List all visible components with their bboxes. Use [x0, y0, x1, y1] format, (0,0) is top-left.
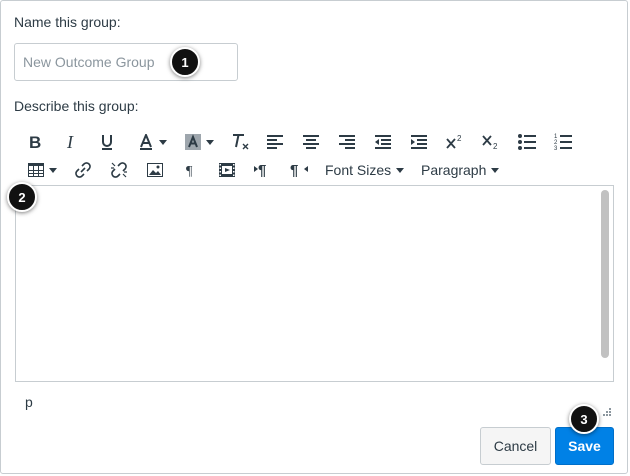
italic-button[interactable]: I [62, 130, 80, 154]
image-icon [147, 163, 163, 177]
background-color-button[interactable] [181, 130, 217, 154]
unlink-icon [110, 161, 128, 179]
description-editor[interactable] [15, 185, 614, 382]
outdent-icon [375, 134, 391, 150]
bullet-list-button[interactable] [517, 130, 537, 154]
paragraph-label: Paragraph [421, 162, 487, 178]
underline-button[interactable] [98, 130, 116, 154]
bold-icon: B [28, 134, 42, 150]
subscript-button[interactable]: 2 [481, 130, 501, 154]
underline-icon [100, 134, 114, 150]
table-button[interactable] [26, 158, 58, 182]
subscript-icon: 2 [482, 134, 500, 150]
chevron-down-icon [48, 167, 57, 173]
unlink-button[interactable] [109, 158, 129, 182]
align-left-button[interactable] [265, 130, 285, 154]
svg-text:2: 2 [457, 134, 462, 143]
editor-scrollbar[interactable] [601, 190, 609, 358]
svg-text:¶: ¶ [290, 162, 298, 178]
link-icon [74, 161, 92, 179]
show-blocks-button[interactable]: ¶ [181, 158, 201, 182]
callout-2: 2 [7, 182, 37, 212]
font-sizes-dropdown[interactable]: Font Sizes [325, 158, 407, 182]
media-button[interactable] [217, 158, 237, 182]
align-right-button[interactable] [337, 130, 357, 154]
left-to-right-button[interactable]: ¶ [253, 158, 273, 182]
editor-path: p [25, 394, 33, 410]
indent-icon [411, 134, 427, 150]
indent-button[interactable] [409, 130, 429, 154]
align-left-icon [267, 134, 283, 150]
table-icon [27, 163, 44, 177]
numbered-list-button[interactable]: 123 [553, 130, 573, 154]
outdent-button[interactable] [373, 130, 393, 154]
right-to-left-button[interactable]: ¶ [289, 158, 309, 182]
svg-text:I: I [66, 134, 74, 150]
chevron-down-icon [158, 139, 167, 145]
clear-formatting-button[interactable] [231, 130, 251, 154]
svg-text:3: 3 [554, 146, 558, 151]
resize-handle-icon[interactable] [601, 405, 611, 416]
text-color-icon [138, 134, 154, 150]
paragraph-mark-icon: ¶ [185, 163, 197, 177]
numbered-list-icon: 123 [554, 133, 572, 151]
ltr-icon: ¶ [254, 162, 272, 178]
superscript-icon: 2 [446, 134, 464, 150]
superscript-button[interactable]: 2 [445, 130, 465, 154]
paragraph-dropdown[interactable]: Paragraph [421, 158, 501, 182]
clear-formatting-icon [232, 133, 250, 151]
callout-1: 1 [170, 47, 200, 77]
media-icon [219, 163, 235, 177]
align-right-icon [339, 134, 355, 150]
bold-button[interactable]: B [26, 130, 44, 154]
chevron-down-icon [205, 139, 214, 145]
svg-text:¶: ¶ [186, 164, 193, 177]
name-group-label: Name this group: [14, 14, 121, 30]
text-color-button[interactable] [134, 130, 170, 154]
bullet-list-icon [518, 134, 536, 150]
align-center-button[interactable] [301, 130, 321, 154]
callout-3: 3 [569, 404, 599, 434]
font-sizes-label: Font Sizes [325, 162, 392, 178]
italic-icon: I [64, 134, 78, 150]
describe-group-label: Describe this group: [14, 98, 139, 114]
image-button[interactable] [145, 158, 165, 182]
group-name-input[interactable] [14, 43, 238, 81]
cancel-button[interactable]: Cancel [480, 427, 551, 465]
link-button[interactable] [73, 158, 93, 182]
rtl-icon: ¶ [290, 162, 308, 178]
svg-text:¶: ¶ [258, 162, 266, 178]
svg-text:B: B [29, 134, 41, 150]
chevron-down-icon [396, 167, 405, 173]
chevron-down-icon [491, 167, 500, 173]
svg-text:2: 2 [493, 142, 498, 150]
align-center-icon [303, 134, 319, 150]
background-color-icon [184, 134, 201, 150]
